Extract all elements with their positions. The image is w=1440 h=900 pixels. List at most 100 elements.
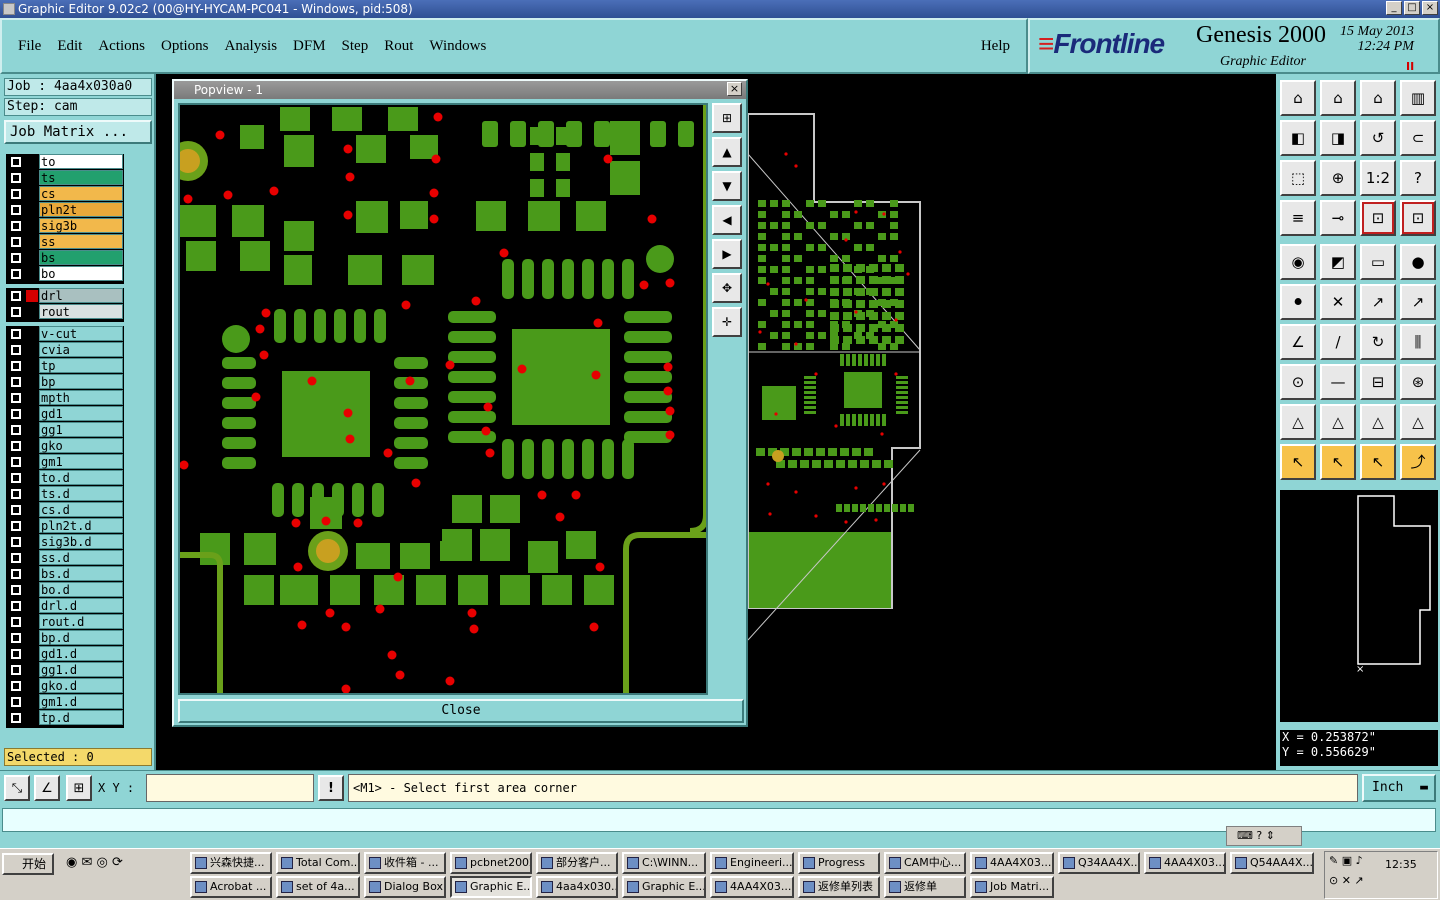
taskbar-item[interactable]: 部分客户...: [536, 852, 618, 874]
layer-row[interactable]: pln2t: [6, 202, 124, 218]
menu-rout[interactable]: Rout: [376, 38, 421, 55]
layer-row[interactable]: to.d: [6, 470, 124, 486]
taskbar-item[interactable]: Dialog Box: [364, 876, 446, 898]
layer-name[interactable]: bs: [39, 250, 123, 265]
layer-row[interactable]: rout.d: [6, 614, 124, 630]
layer-row[interactable]: to: [6, 154, 124, 170]
layer-name[interactable]: ts.d: [39, 486, 123, 501]
layer-row[interactable]: bp: [6, 374, 124, 390]
layer-name[interactable]: tp.d: [39, 710, 123, 725]
layer-row[interactable]: cs: [6, 186, 124, 202]
tool-button-10[interactable]: ⊕: [1320, 160, 1356, 196]
taskbar-item[interactable]: Q34AA4X...: [1058, 852, 1140, 874]
layer-row[interactable]: rout: [6, 304, 124, 320]
layer-checkbox[interactable]: [11, 157, 21, 167]
layer-row[interactable]: sig3b: [6, 218, 124, 234]
layer-name[interactable]: bp: [39, 374, 123, 389]
layer-checkbox[interactable]: [11, 221, 21, 231]
tool-button-18[interactable]: ◩: [1320, 244, 1356, 280]
menu-edit[interactable]: Edit: [49, 38, 90, 55]
layer-row[interactable]: pln2t.d: [6, 518, 124, 534]
layer-name[interactable]: ss.d: [39, 550, 123, 565]
layer-row[interactable]: ss.d: [6, 550, 124, 566]
taskbar-item[interactable]: Q54AA4X...: [1230, 852, 1314, 874]
layer-name[interactable]: cs: [39, 186, 123, 201]
layer-name[interactable]: drl.d: [39, 598, 123, 613]
layer-row[interactable]: bs: [6, 250, 124, 266]
popview-canvas[interactable]: [178, 103, 708, 695]
layer-checkbox[interactable]: [11, 307, 21, 317]
tool-button-30[interactable]: —: [1320, 364, 1356, 400]
layer-row[interactable]: gg1: [6, 422, 124, 438]
start-button[interactable]: 开始: [2, 853, 54, 875]
layer-name[interactable]: mpth: [39, 390, 123, 405]
tool-button-19[interactable]: ▭: [1360, 244, 1396, 280]
layer-name[interactable]: rout.d: [39, 614, 123, 629]
layer-row[interactable]: drl: [6, 288, 124, 304]
layer-name[interactable]: cs.d: [39, 502, 123, 517]
layer-checkbox[interactable]: [11, 505, 21, 515]
tool-button-2[interactable]: ⌂: [1320, 80, 1356, 116]
layer-row[interactable]: bo.d: [6, 582, 124, 598]
layer-row[interactable]: bo: [6, 266, 124, 282]
taskbar-item[interactable]: CAM中心...: [884, 852, 966, 874]
layer-row[interactable]: gko.d: [6, 678, 124, 694]
layer-checkbox[interactable]: [11, 269, 21, 279]
tool-button-7[interactable]: ↺: [1360, 120, 1396, 156]
layer-checkbox[interactable]: [11, 553, 21, 563]
layer-name[interactable]: to.d: [39, 470, 123, 485]
layer-row[interactable]: drl.d: [6, 598, 124, 614]
layer-checkbox[interactable]: [11, 489, 21, 499]
layer-row[interactable]: bs.d: [6, 566, 124, 582]
layer-checkbox[interactable]: [11, 361, 21, 371]
layer-name[interactable]: bp.d: [39, 630, 123, 645]
taskbar-item[interactable]: Graphic E...: [622, 876, 706, 898]
layer-name[interactable]: tp: [39, 358, 123, 373]
popview-pan-left-icon[interactable]: ◀: [712, 205, 742, 235]
layer-checkbox[interactable]: [11, 569, 21, 579]
layer-checkbox[interactable]: [11, 393, 21, 403]
layer-name[interactable]: rout: [39, 304, 123, 319]
layer-row[interactable]: gd1: [6, 406, 124, 422]
popview-center-icon[interactable]: ✛: [712, 307, 742, 337]
unit-selector[interactable]: Inch ▬: [1362, 774, 1436, 802]
layer-checkbox[interactable]: [11, 457, 21, 467]
layer-checkbox[interactable]: [11, 585, 21, 595]
pause-indicator[interactable]: II: [1406, 60, 1414, 73]
popview-zoom-icon[interactable]: ⊞: [712, 103, 742, 133]
layer-name[interactable]: gg1: [39, 422, 123, 437]
tool-button-13[interactable]: ≡: [1280, 200, 1316, 236]
tool-button-27[interactable]: ↻: [1360, 324, 1396, 360]
tool-button-32[interactable]: ⊛: [1400, 364, 1436, 400]
layer-row[interactable]: ts.d: [6, 486, 124, 502]
taskbar-item[interactable]: pcbnet2002: [450, 852, 532, 874]
menu-help[interactable]: Help: [981, 38, 1010, 55]
taskbar-item[interactable]: 收件箱 - ...: [364, 852, 446, 874]
layer-name[interactable]: v-cut: [39, 326, 123, 341]
layer-checkbox[interactable]: [11, 681, 21, 691]
taskbar-item[interactable]: Acrobat ...: [190, 876, 272, 898]
menu-windows[interactable]: Windows: [421, 38, 494, 55]
layer-name[interactable]: cvia: [39, 342, 123, 357]
layer-checkbox[interactable]: [11, 617, 21, 627]
tool-button-21[interactable]: ⚫: [1280, 284, 1316, 320]
taskbar-item[interactable]: 4AA4X03...: [710, 876, 794, 898]
tool-button-25[interactable]: ∠: [1280, 324, 1316, 360]
tool-button-17[interactable]: ◉: [1280, 244, 1316, 280]
layer-checkbox[interactable]: [11, 665, 21, 675]
tool-button-28[interactable]: ⫼: [1400, 324, 1436, 360]
tool-button-23[interactable]: ↗: [1360, 284, 1396, 320]
tool-button-29[interactable]: ⊙: [1280, 364, 1316, 400]
layer-checkbox[interactable]: [11, 601, 21, 611]
layer-row[interactable]: v-cut: [6, 326, 124, 342]
tool-button-34[interactable]: △: [1320, 404, 1356, 440]
close-window-button[interactable]: ×: [1422, 1, 1438, 15]
layer-name[interactable]: to: [39, 154, 123, 169]
tool-button-35[interactable]: △: [1360, 404, 1396, 440]
layer-row[interactable]: gm1.d: [6, 694, 124, 710]
layer-row[interactable]: cs.d: [6, 502, 124, 518]
layer-row[interactable]: gg1.d: [6, 662, 124, 678]
layer-row[interactable]: gm1: [6, 454, 124, 470]
layer-row[interactable]: ts: [6, 170, 124, 186]
tool-button-20[interactable]: ●: [1400, 244, 1436, 280]
